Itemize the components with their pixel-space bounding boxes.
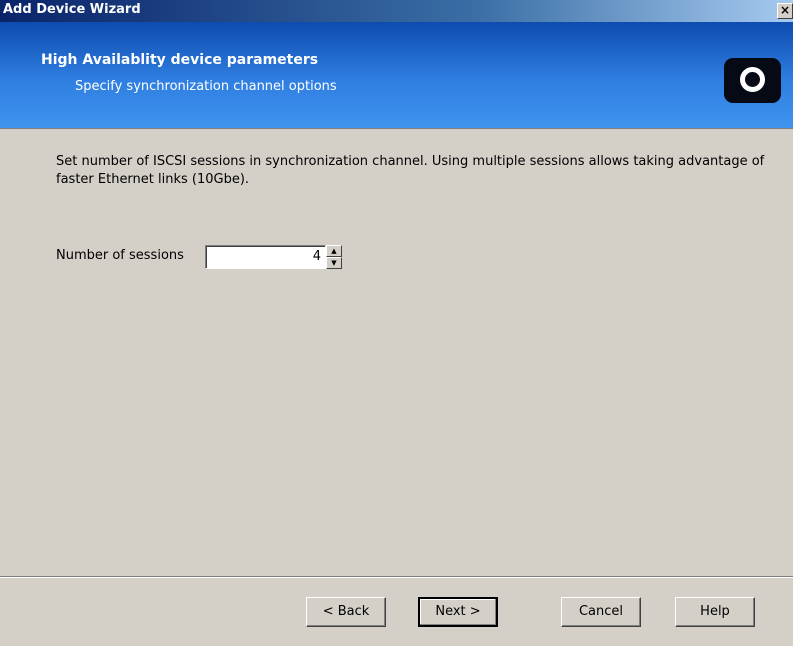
title-bar: Add Device Wizard ×	[0, 0, 793, 22]
sessions-spinner: ▲ ▼	[326, 245, 342, 269]
back-button[interactable]: < Back	[306, 597, 386, 627]
footer-divider-highlight	[0, 577, 793, 578]
starwind-logo-icon	[724, 58, 781, 103]
arrow-up-icon: ▲	[331, 247, 337, 255]
close-button[interactable]: ×	[777, 3, 793, 19]
help-button[interactable]: Help	[675, 597, 755, 627]
header-subtitle: Specify synchronization channel options	[75, 79, 337, 94]
spin-up-button[interactable]: ▲	[326, 245, 342, 257]
spin-down-button[interactable]: ▼	[326, 257, 342, 269]
logo-dot	[748, 75, 757, 84]
sessions-label: Number of sessions	[56, 248, 184, 263]
description-text: Set number of ISCSI sessions in synchron…	[56, 154, 765, 187]
header-title: High Availablity device parameters	[41, 52, 319, 68]
cancel-button[interactable]: Cancel	[561, 597, 641, 627]
wizard-header: High Availablity device parameters Speci…	[0, 22, 793, 129]
sessions-spinbox-input[interactable]: 4	[205, 245, 326, 269]
close-icon: ×	[779, 3, 791, 17]
arrow-down-icon: ▼	[331, 259, 337, 267]
next-button[interactable]: Next >	[418, 597, 498, 627]
window-title: Add Device Wizard	[3, 2, 141, 17]
